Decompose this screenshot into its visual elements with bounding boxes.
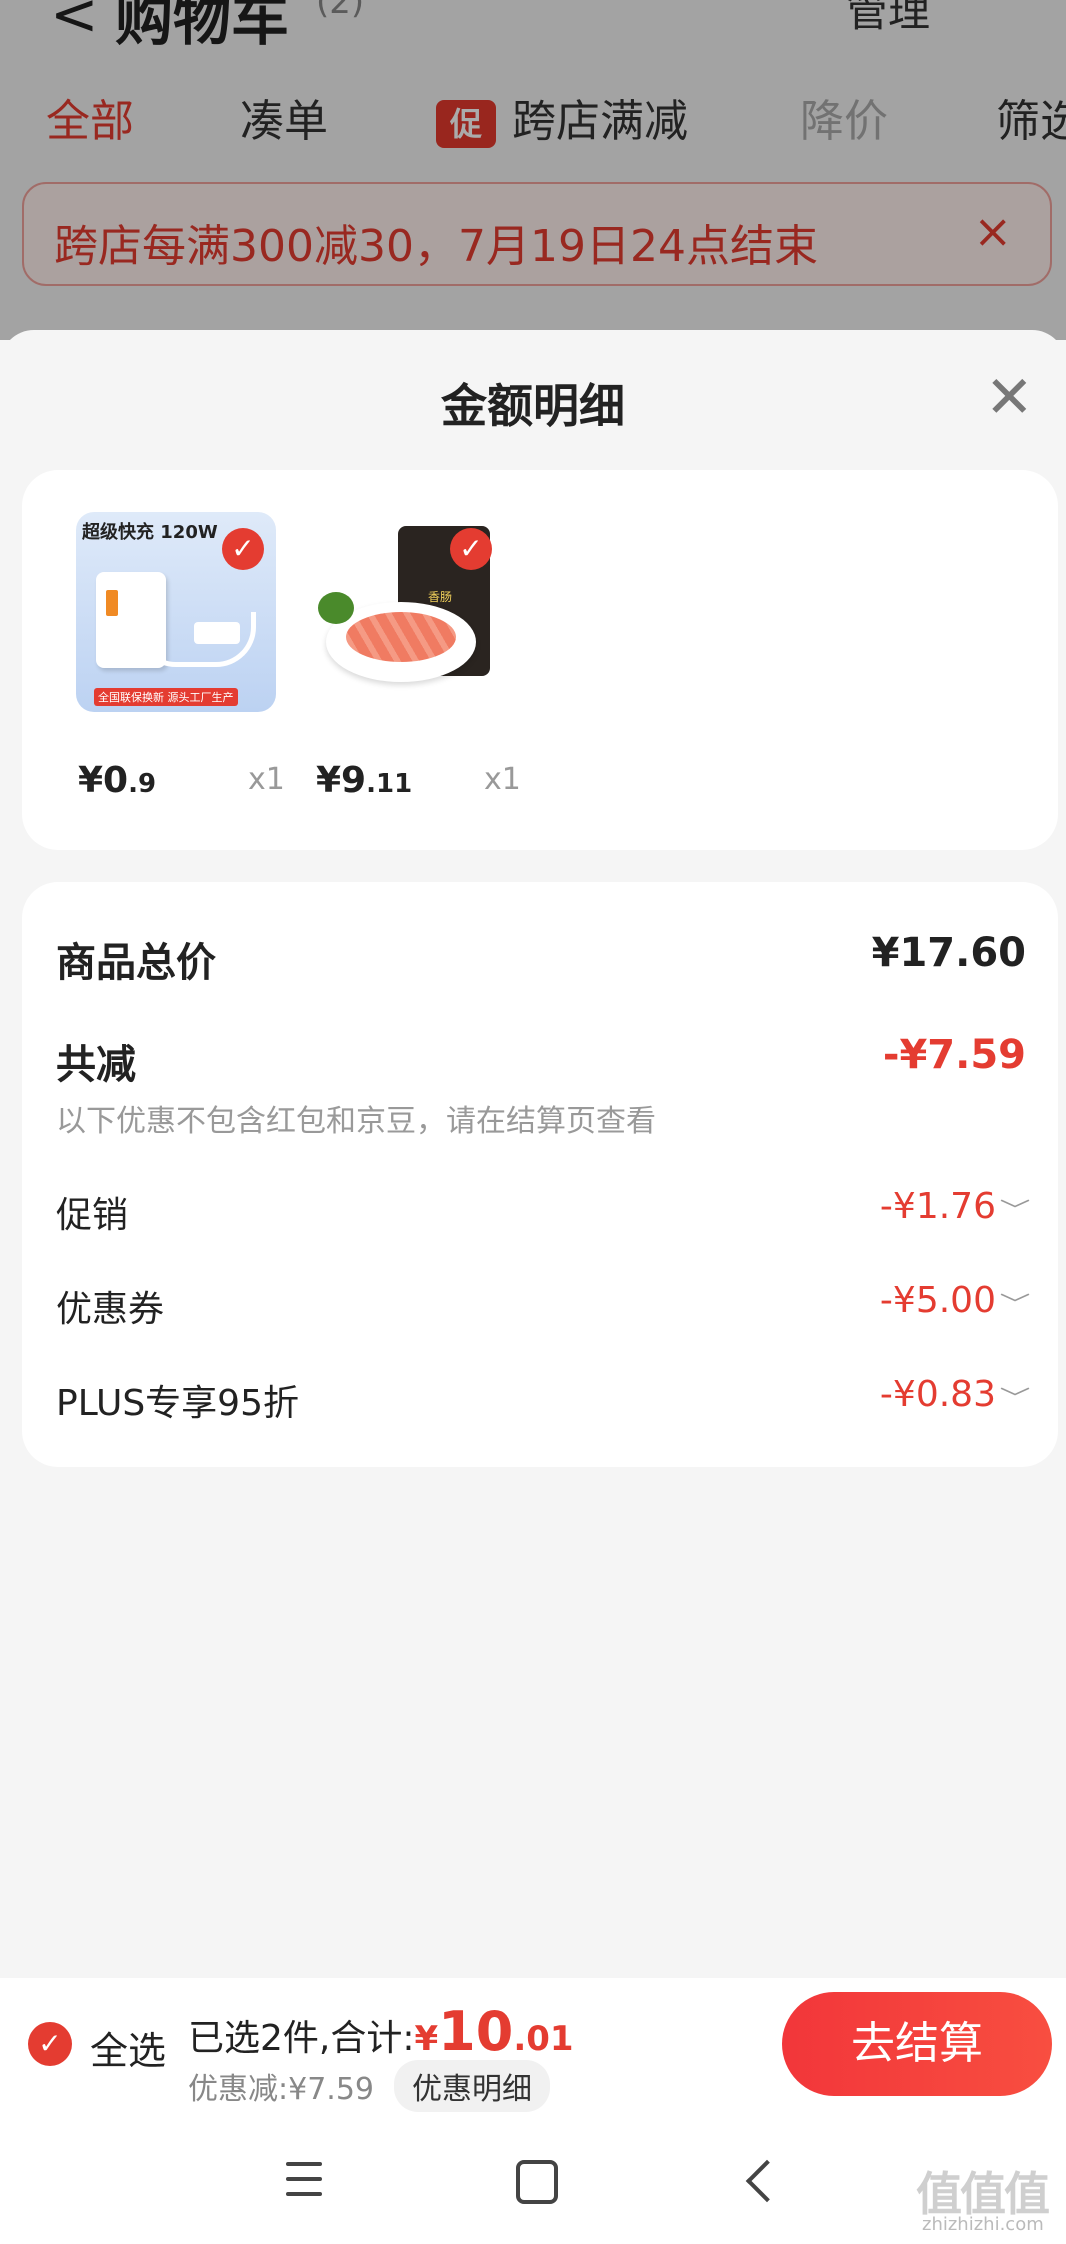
back-icon[interactable] <box>745 2159 789 2203</box>
checkout-button[interactable]: 去结算 <box>782 1992 1052 2096</box>
currency-symbol: ¥ <box>414 2019 439 2059</box>
amount-summary-card: 商品总价 ¥17.60 共减 -¥7.59 以下优惠不包含红包和京豆，请在结算页… <box>22 882 1058 1467</box>
select-all-checkbox[interactable]: ✓ <box>28 2022 72 2066</box>
product-image-charger[interactable]: 超级快充 120W 全国联保换新 源头工厂生产 ✓ <box>76 512 276 712</box>
product-list-card: 超级快充 120W 全国联保换新 源头工厂生产 ✓ ¥0.9 x1 香肠 ✓ ¥… <box>22 470 1058 850</box>
watermark-url: zhizhizhi.com <box>922 2214 1044 2235</box>
broccoli-icon <box>318 592 354 624</box>
product-image-sausage[interactable]: 香肠 ✓ <box>312 512 512 712</box>
plus-discount-value[interactable]: -¥0.83 ﹀ <box>879 1374 1030 1415</box>
recent-apps-icon[interactable] <box>286 2162 322 2196</box>
checkout-bar: ✓ 全选 已选2件,合计:¥10.01 优惠减:¥7.59 优惠明细 去结算 <box>0 1978 1066 2114</box>
coupon-label: 优惠券 <box>56 1289 165 1330</box>
total-decimal: .01 <box>513 2019 574 2059</box>
product-price: ¥9.11 <box>316 760 412 801</box>
home-icon[interactable] <box>516 2160 558 2204</box>
total-price-value: ¥17.60 <box>871 930 1026 976</box>
product-qty: x1 <box>484 762 521 797</box>
price-decimal: .9 <box>128 769 157 799</box>
selected-total: 已选2件,合计:¥10.01 <box>188 2000 574 2063</box>
total-reduce-value: -¥7.59 <box>882 1032 1026 1078</box>
select-all-label[interactable]: 全选 <box>90 2020 166 2075</box>
plug-icon <box>194 622 240 644</box>
checkmark-icon[interactable]: ✓ <box>450 528 492 570</box>
product-image-caption: 全国联保换新 源头工厂生产 <box>94 688 238 706</box>
sausage-slices-icon <box>346 612 456 662</box>
chevron-down-icon: ﹀ <box>999 1293 1031 1318</box>
checkmark-icon[interactable]: ✓ <box>222 528 264 570</box>
total-price-label: 商品总价 <box>56 940 216 986</box>
price-decimal: .11 <box>366 769 413 799</box>
product-image-text: 超级快充 120W <box>82 522 218 543</box>
system-nav-bar: 值值值 zhizhizhi.com <box>0 2114 1066 2244</box>
sheet-title: 金额明细 <box>441 379 625 433</box>
promo-amount: -¥1.76 <box>879 1186 996 1227</box>
coupon-amount: -¥5.00 <box>879 1280 996 1321</box>
bag-label: 香肠 <box>428 590 453 604</box>
product-price: ¥0.9 <box>78 760 156 801</box>
price-main: ¥0 <box>78 760 129 801</box>
close-icon[interactable]: ✕ <box>985 368 1034 426</box>
chevron-down-icon: ﹀ <box>999 1199 1031 1224</box>
price-main: ¥9 <box>316 760 367 801</box>
plus-discount-amount: -¥0.83 <box>879 1374 996 1415</box>
promo-label: 促销 <box>56 1195 129 1236</box>
chevron-down-icon: ﹀ <box>999 1387 1031 1412</box>
amount-detail-sheet: 金额明细 ✕ 超级快充 120W 全国联保换新 源头工厂生产 ✓ ¥0.9 x1… <box>0 330 1066 1980</box>
discount-amount: 优惠减:¥7.59 <box>188 2072 374 2107</box>
total-reduce-label: 共减 <box>56 1042 136 1088</box>
plus-discount-label: PLUS专享95折 <box>56 1383 299 1424</box>
selected-prefix: 已选2件,合计: <box>188 2018 415 2059</box>
coupon-value[interactable]: -¥5.00 ﹀ <box>879 1280 1030 1321</box>
product-qty: x1 <box>248 762 285 797</box>
discount-detail-button[interactable]: 优惠明细 <box>394 2060 550 2112</box>
total-integer: 10 <box>438 2000 514 2063</box>
discount-note: 以下优惠不包含红包和京豆，请在结算页查看 <box>56 1104 656 1139</box>
promo-value[interactable]: -¥1.76 ﹀ <box>879 1186 1030 1227</box>
modal-overlay[interactable] <box>0 0 1066 340</box>
